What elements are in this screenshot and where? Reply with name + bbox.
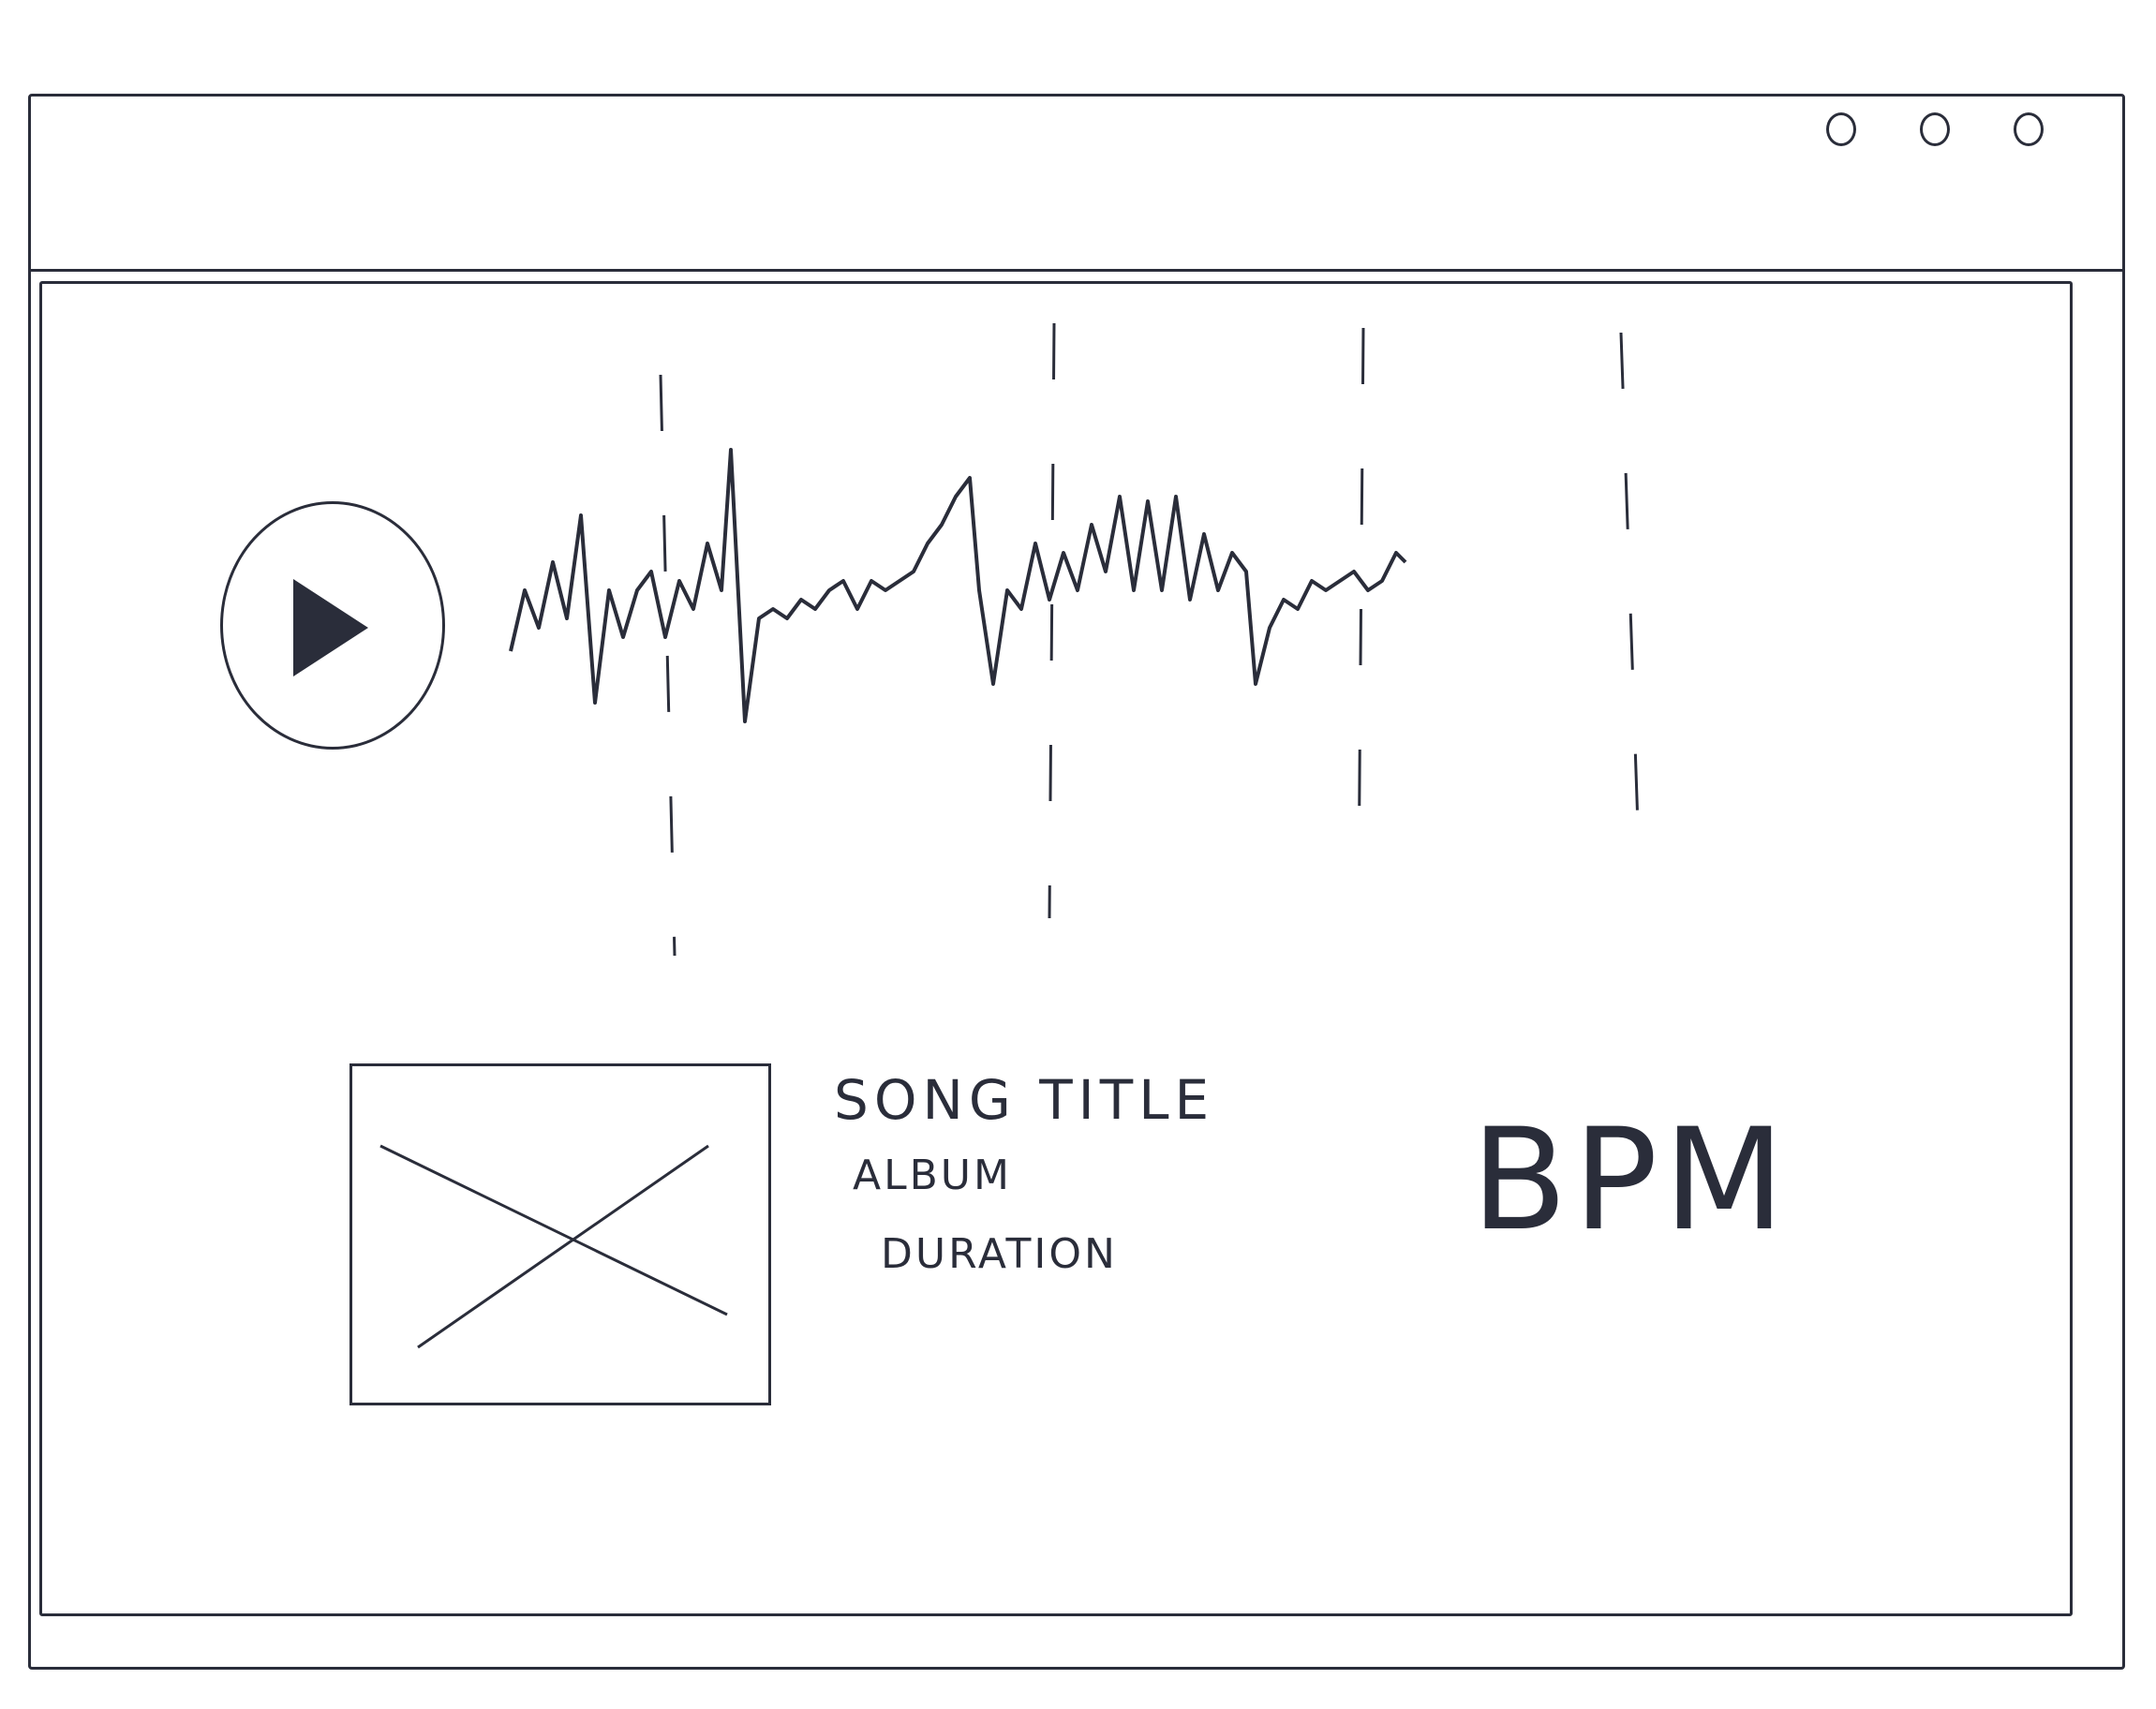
sketch-canvas: SONG TITLE ALBUM DURATION BPM — [0, 0, 2156, 1709]
maximize-button[interactable] — [1920, 112, 1950, 146]
beat-marker — [1357, 327, 1365, 891]
play-button[interactable] — [220, 501, 445, 750]
title-bar — [28, 94, 2125, 272]
album-name: ALBUM — [853, 1152, 1012, 1199]
window-controls — [1826, 112, 2044, 146]
close-button[interactable] — [2014, 112, 2044, 146]
beat-marker — [659, 374, 677, 957]
waveform-signal — [509, 448, 1407, 723]
beat-marker — [1048, 322, 1056, 919]
track-duration: DURATION — [881, 1230, 1118, 1278]
album-art — [349, 1063, 771, 1405]
beat-marker — [1619, 332, 1642, 882]
track-info: SONG TITLE ALBUM DURATION — [834, 1073, 1214, 1275]
play-icon — [293, 579, 368, 676]
minimize-button[interactable] — [1826, 112, 1856, 146]
song-title: SONG TITLE — [834, 1068, 1215, 1132]
bpm-display: BPM — [1471, 1099, 1791, 1262]
waveform[interactable] — [501, 309, 1682, 965]
image-placeholder-icon — [379, 1144, 728, 1349]
